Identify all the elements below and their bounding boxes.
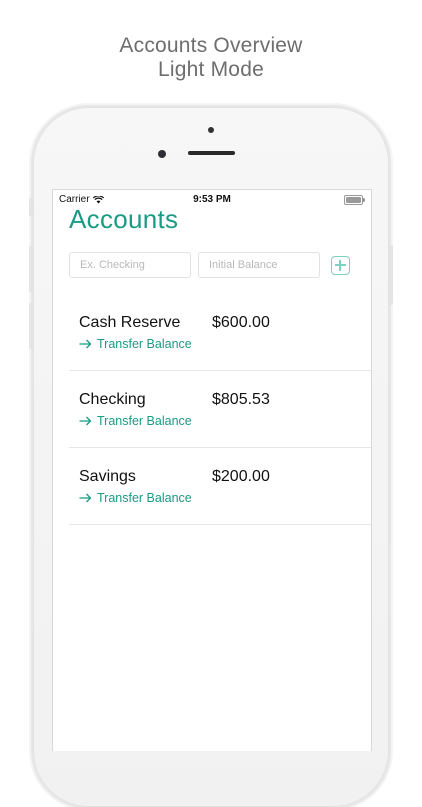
arrow-right-icon bbox=[79, 339, 92, 349]
caption-subtitle: Light Mode bbox=[158, 58, 264, 81]
battery-icon bbox=[344, 195, 365, 205]
account-row: Checking $805.53 Transfer Balance bbox=[69, 371, 371, 448]
volume-down-button bbox=[29, 303, 33, 349]
account-name: Savings bbox=[79, 468, 136, 485]
account-name: Checking bbox=[79, 391, 146, 408]
arrow-right-icon bbox=[79, 416, 92, 426]
page-title: Accounts bbox=[69, 204, 179, 234]
account-name-input[interactable] bbox=[69, 252, 191, 278]
power-button bbox=[389, 245, 393, 305]
mute-switch bbox=[29, 198, 33, 216]
account-balance: $600.00 bbox=[212, 314, 270, 331]
account-row: Savings $200.00 Transfer Balance bbox=[69, 448, 371, 525]
transfer-balance-button[interactable]: Transfer Balance bbox=[79, 337, 192, 351]
account-balance: $805.53 bbox=[212, 391, 270, 408]
transfer-balance-label: Transfer Balance bbox=[97, 491, 192, 505]
transfer-balance-label: Transfer Balance bbox=[97, 337, 192, 351]
earpiece-speaker bbox=[188, 151, 235, 155]
account-row: Cash Reserve $600.00 Transfer Balance bbox=[69, 294, 371, 371]
front-camera bbox=[158, 150, 166, 158]
add-account-button[interactable] bbox=[331, 256, 350, 275]
caption-title: Accounts Overview bbox=[119, 34, 303, 57]
initial-balance-input[interactable] bbox=[198, 252, 320, 278]
transfer-balance-button[interactable]: Transfer Balance bbox=[79, 491, 192, 505]
app-screen: Carrier 9:53 PM Accounts Cash Reserve $6… bbox=[52, 189, 372, 751]
accounts-list: Cash Reserve $600.00 Transfer Balance Ch… bbox=[69, 294, 371, 525]
volume-up-button bbox=[29, 246, 33, 292]
transfer-balance-button[interactable]: Transfer Balance bbox=[79, 414, 192, 428]
account-name: Cash Reserve bbox=[79, 314, 181, 331]
arrow-right-icon bbox=[79, 493, 92, 503]
account-balance: $200.00 bbox=[212, 468, 270, 485]
proximity-sensor bbox=[208, 127, 214, 133]
transfer-balance-label: Transfer Balance bbox=[97, 414, 192, 428]
